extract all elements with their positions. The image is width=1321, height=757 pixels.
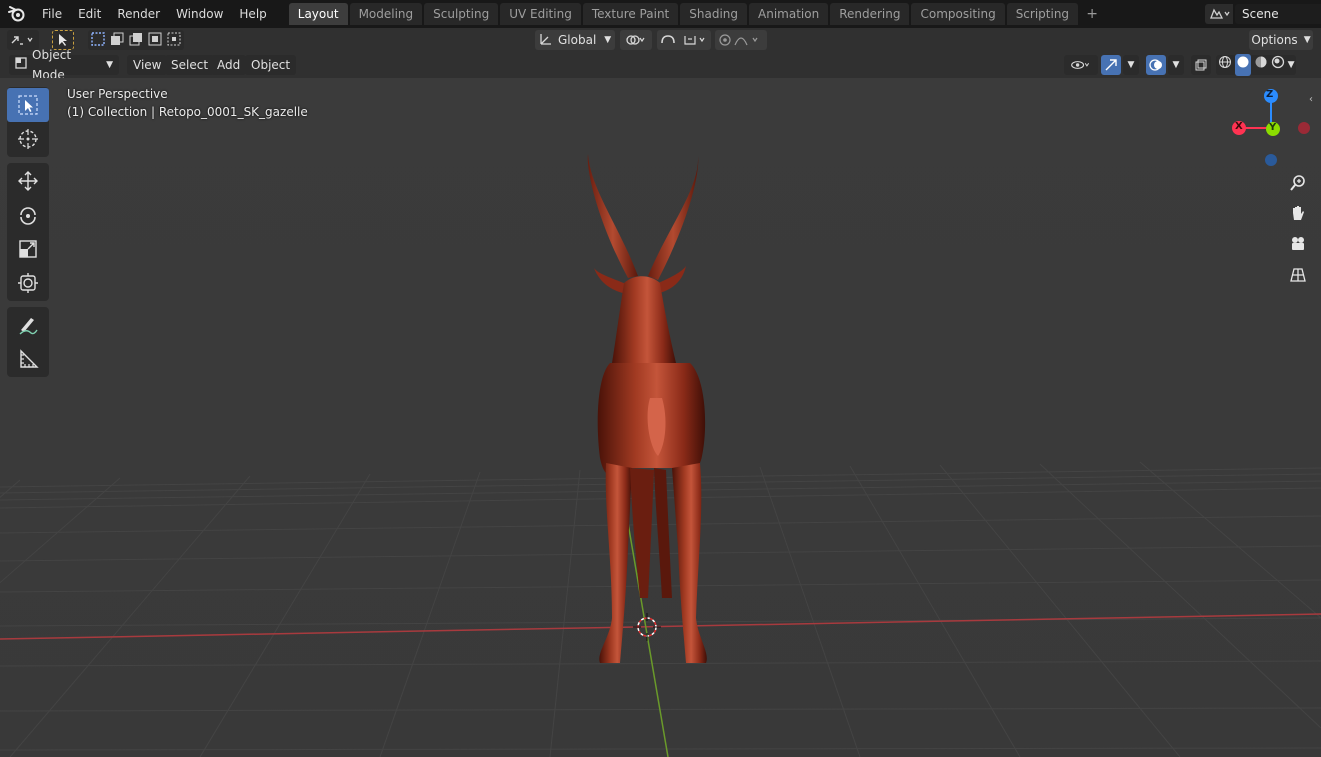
menu-view[interactable]: View	[127, 55, 168, 75]
scene-browse-icon[interactable]	[1205, 4, 1233, 24]
solid-shading-icon[interactable]	[1234, 54, 1251, 76]
tab-layout[interactable]: Layout	[288, 3, 348, 25]
visibility-dropdown[interactable]	[1064, 55, 1098, 75]
chevron-down-icon: ▼	[1172, 60, 1180, 70]
viewport-collection-label: (1) Collection | Retopo_0001_SK_gazelle	[67, 105, 308, 119]
pan-hand-icon[interactable]	[1285, 200, 1311, 226]
gizmo-z-label: Z	[1266, 89, 1274, 100]
top-menu-bar: File Edit Render Window Help Layout Mode…	[0, 0, 1321, 28]
3d-viewport[interactable]: User Perspective (1) Collection | Retopo…	[0, 78, 1321, 757]
measure-tool[interactable]	[7, 342, 49, 376]
cursor-tool[interactable]	[7, 122, 49, 156]
menu-file[interactable]: File	[34, 3, 70, 25]
chevron-down-icon: ▼	[604, 35, 612, 45]
object-mode-icon	[15, 55, 27, 75]
blender-logo-icon[interactable]	[6, 3, 28, 25]
select-invert-icon[interactable]	[147, 31, 163, 50]
rendered-shading-icon[interactable]	[1271, 55, 1285, 75]
select-extend-icon[interactable]	[109, 31, 125, 50]
gizmo-toggle-button[interactable]	[1101, 55, 1121, 75]
rotate-tool[interactable]	[7, 198, 49, 232]
camera-view-icon[interactable]	[1285, 231, 1311, 257]
interaction-mode-dropdown[interactable]: Object Mode ▼	[9, 48, 119, 82]
gizmo-dropdown[interactable]: ▼	[1123, 55, 1139, 75]
tab-animation[interactable]: Animation	[749, 3, 829, 25]
tab-uv-editing[interactable]: UV Editing	[500, 3, 581, 25]
xray-toggle-button[interactable]	[1191, 55, 1211, 75]
sidebar-collapse-icon[interactable]: ‹	[1309, 94, 1319, 108]
blender-window: File Edit Render Window Help Layout Mode…	[0, 0, 1321, 757]
chevron-down-icon: ▼	[1127, 60, 1135, 70]
material-shading-icon[interactable]	[1254, 55, 1268, 75]
chevron-down-icon[interactable]: ▼	[1288, 55, 1295, 75]
tab-sculpting[interactable]: Sculpting	[424, 3, 499, 25]
add-workspace-button[interactable]: +	[1082, 4, 1102, 24]
options-label: Options	[1251, 33, 1298, 47]
chevron-down-icon: ▼	[1303, 35, 1311, 45]
pivot-point-dropdown[interactable]	[620, 30, 652, 50]
shading-mode-buttons: ▼	[1216, 54, 1296, 76]
menu-object[interactable]: Object	[245, 55, 297, 75]
viewport-header: Object Mode ▼ View Select Add Object ▼ ▼	[0, 48, 1321, 82]
orientation-icon	[539, 32, 553, 49]
snapping-controls[interactable]	[657, 30, 711, 50]
scale-tool[interactable]	[7, 232, 49, 266]
transform-tool[interactable]	[7, 266, 49, 300]
tab-rendering[interactable]: Rendering	[830, 3, 910, 25]
tab-modeling[interactable]: Modeling	[349, 3, 423, 25]
menu-edit[interactable]: Edit	[70, 3, 109, 25]
annotate-tool-group	[7, 307, 49, 377]
select-box-tool[interactable]	[7, 88, 49, 122]
options-dropdown[interactable]: Options ▼	[1249, 30, 1313, 50]
tab-scripting[interactable]: Scripting	[1006, 3, 1079, 25]
orientation-label: Global	[558, 33, 597, 47]
menu-window[interactable]: Window	[168, 3, 231, 25]
transform-tool-group	[7, 163, 49, 301]
select-tool-group	[7, 87, 49, 157]
tab-texture-paint[interactable]: Texture Paint	[582, 3, 679, 25]
viewport-toolbar	[7, 87, 49, 383]
transform-orientation-dropdown[interactable]: Global ▼	[535, 30, 615, 50]
menu-render[interactable]: Render	[109, 3, 168, 25]
perspective-toggle-icon[interactable]	[1285, 262, 1311, 288]
select-subtract-icon[interactable]	[128, 31, 144, 50]
menu-add[interactable]: Add	[211, 55, 247, 75]
zoom-icon[interactable]	[1285, 170, 1311, 196]
tool-settings-header: Global ▼ Options ▼	[0, 28, 1321, 52]
move-tool[interactable]	[7, 164, 49, 198]
scene-name-field[interactable]: Scene	[1235, 4, 1321, 24]
viewport-scene[interactable]	[0, 78, 1321, 757]
overlays-toggle-button[interactable]	[1146, 55, 1166, 75]
annotate-tool[interactable]	[7, 308, 49, 342]
gizmo-x-label: X	[1235, 121, 1243, 132]
proportional-editing-controls[interactable]	[715, 30, 767, 50]
select-intersect-icon[interactable]	[166, 31, 182, 50]
overlays-dropdown[interactable]: ▼	[1168, 55, 1184, 75]
navigation-gizmo[interactable]: Z X Y	[1226, 86, 1316, 176]
tab-compositing[interactable]: Compositing	[911, 3, 1005, 25]
tab-shading[interactable]: Shading	[680, 3, 747, 25]
viewport-perspective-label: User Perspective	[67, 87, 168, 101]
wireframe-shading-icon[interactable]	[1218, 55, 1232, 75]
menu-help[interactable]: Help	[231, 3, 274, 25]
workspace-tabs: Layout Modeling Sculpting UV Editing Tex…	[288, 3, 1102, 25]
chevron-down-icon: ▼	[106, 60, 113, 70]
gizmo-y-label: Y	[1269, 122, 1277, 133]
scene-selector: Scene	[1205, 3, 1321, 25]
menu-select[interactable]: Select	[165, 55, 215, 75]
